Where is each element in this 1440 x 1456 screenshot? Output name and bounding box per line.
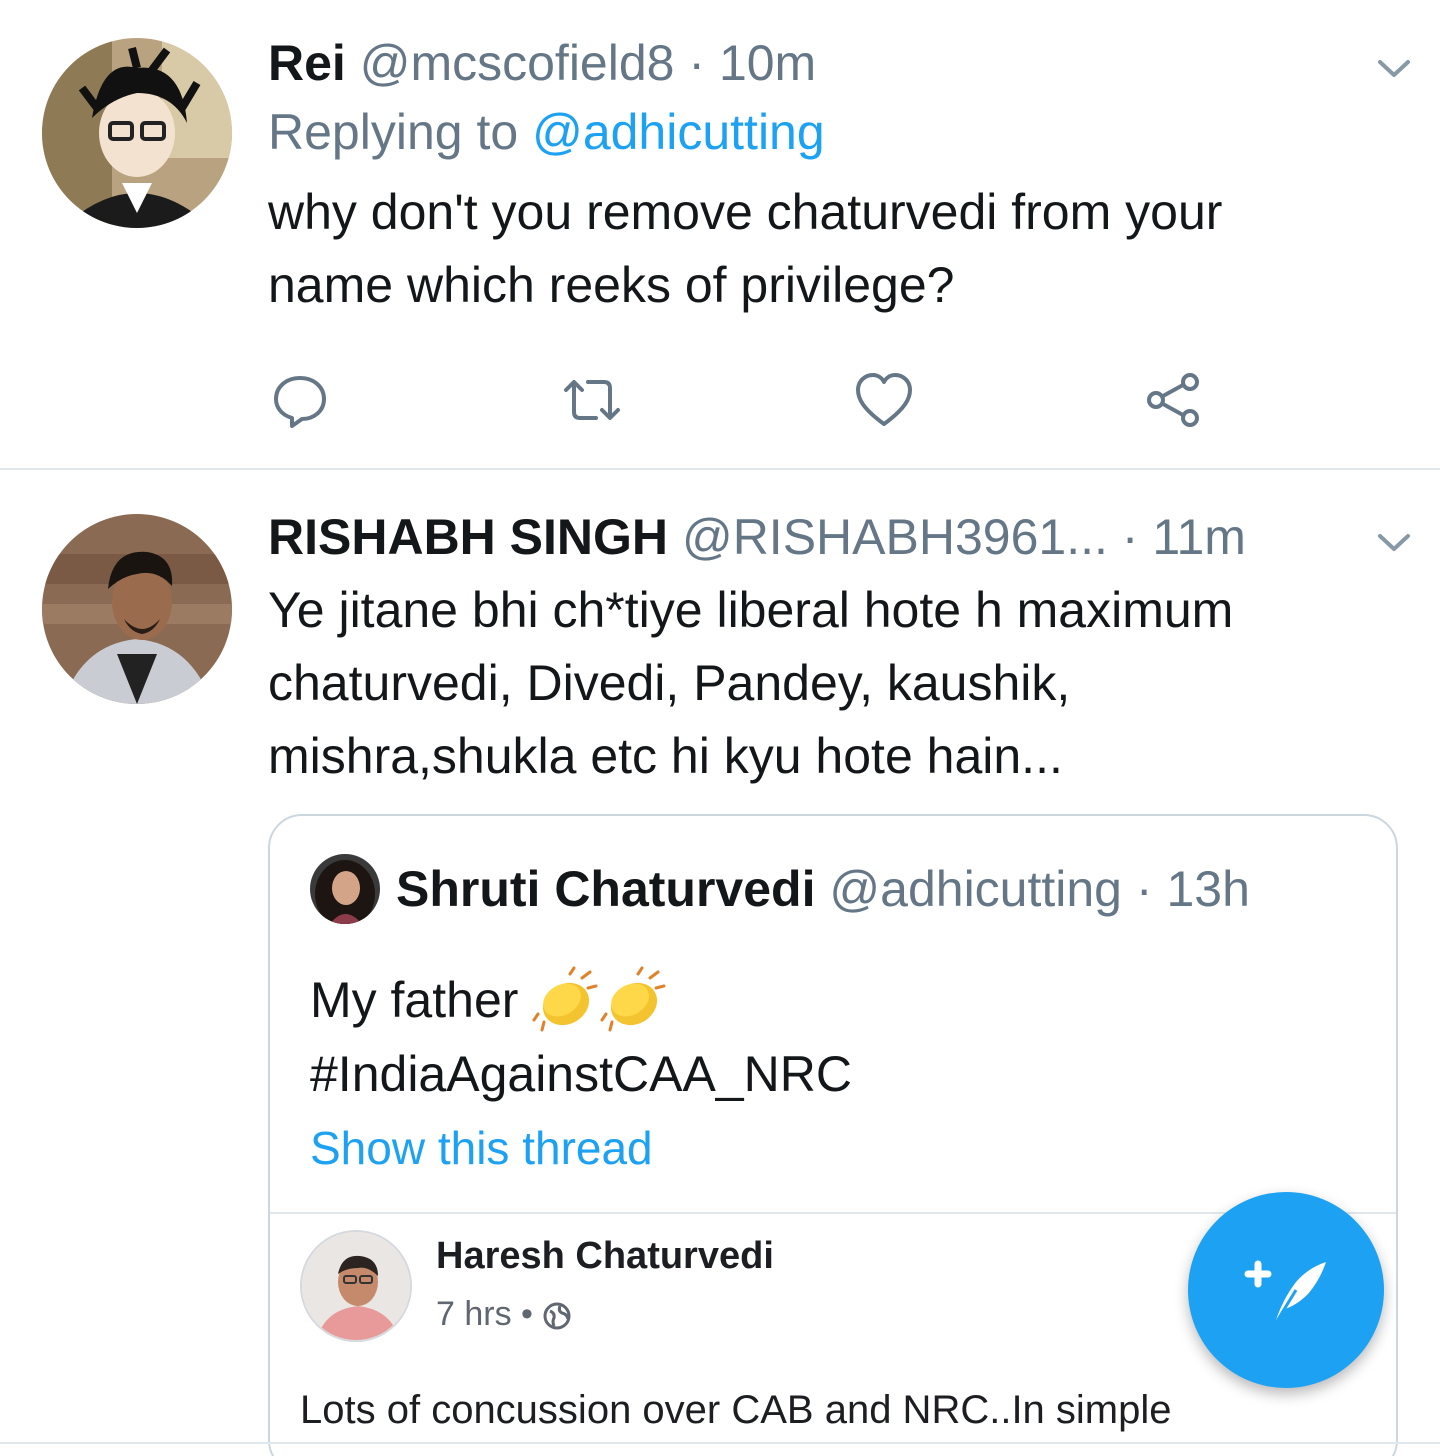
avatar[interactable] <box>42 38 232 228</box>
divider <box>0 1442 1440 1444</box>
tweet[interactable]: Rei @mcscofield8 · 10m Replying to @adhi… <box>0 0 1440 470</box>
separator: • <box>521 1295 533 1333</box>
user-handle[interactable]: @RISHABH3961... <box>682 509 1108 565</box>
quoted-tweet-text: My father #IndiaAgainstCAA_NRC <box>310 964 852 1111</box>
retweet-icon[interactable] <box>560 368 624 432</box>
quoted-text-line: My father <box>310 964 852 1038</box>
user-name[interactable]: Rei <box>268 35 346 91</box>
tweet-actions <box>268 368 1248 432</box>
reply-icon[interactable] <box>268 368 332 432</box>
quoted-user-name[interactable]: Shruti Chaturvedi <box>396 861 815 917</box>
quoted-tweet-time[interactable]: 13h <box>1166 861 1249 917</box>
tweet-text-line: Ye jitane bhi ch*tiye liberal hote h max… <box>268 582 1234 638</box>
replying-to: Replying to @adhicutting <box>268 100 1400 164</box>
chevron-down-icon[interactable] <box>1374 48 1414 88</box>
show-thread-link[interactable]: Show this thread <box>310 1116 653 1180</box>
tweet-text-line: name which reeks of privilege? <box>268 257 955 313</box>
tweet-time[interactable]: 11m <box>1152 509 1246 565</box>
replying-to-label: Replying to <box>268 104 519 160</box>
chevron-down-icon[interactable] <box>1374 522 1414 562</box>
post-meta: 7 hrs • <box>436 1292 572 1336</box>
clapping-hands-emoji-icon <box>532 964 600 1032</box>
tweet-text: why don't you remove chaturvedi from you… <box>268 176 1400 322</box>
avatar[interactable] <box>310 853 380 924</box>
globe-icon <box>542 1298 572 1330</box>
separator: · <box>688 35 706 91</box>
share-icon[interactable] <box>1142 368 1206 432</box>
tweet-time[interactable]: 10m <box>719 35 816 91</box>
compose-tweet-icon <box>1244 1260 1326 1327</box>
tweet-content: RISHABH SINGH @RISHABH3961... · 11m Ye j… <box>268 506 1400 793</box>
quoted-text: My father <box>310 972 519 1028</box>
clapping-hands-emoji-icon <box>600 964 668 1032</box>
user-handle[interactable]: @mcscofield8 <box>360 35 675 91</box>
tweet-text-line: chaturvedi, Divedi, Pandey, kaushik, <box>268 655 1071 711</box>
tweet-header: RISHABH SINGH @RISHABH3961... · 11m <box>268 506 1400 568</box>
tweet-content: Rei @mcscofield8 · 10m Replying to @adhi… <box>268 32 1400 322</box>
hashtag[interactable]: #IndiaAgainstCAA_NRC <box>310 1038 852 1111</box>
separator: · <box>1135 861 1153 917</box>
post-text: Lots of concussion over CAB and NRC..In … <box>300 1388 1172 1432</box>
user-name[interactable]: RISHABH SINGH <box>268 509 668 565</box>
tweet-text-line: why don't you remove chaturvedi from you… <box>268 184 1223 240</box>
tweet-text-line: mishra,shukla etc hi kyu hote hain... <box>268 728 1063 784</box>
separator: · <box>1121 509 1139 565</box>
tweet-header: Rei @mcscofield8 · 10m <box>268 32 1400 94</box>
avatar[interactable] <box>42 514 232 704</box>
like-icon[interactable] <box>852 368 916 432</box>
avatar <box>300 1230 412 1342</box>
tweet-text: Ye jitane bhi ch*tiye liberal hote h max… <box>268 574 1400 793</box>
compose-tweet-button[interactable] <box>1188 1192 1384 1388</box>
quoted-user-handle[interactable]: @adhicutting <box>829 861 1122 917</box>
post-time: 7 hrs <box>436 1295 512 1333</box>
quoted-tweet-header: Shruti Chaturvedi @adhicutting · 13h <box>310 853 1250 928</box>
replying-to-handle[interactable]: @adhicutting <box>532 104 825 160</box>
post-author: Haresh Chaturvedi <box>436 1235 774 1277</box>
